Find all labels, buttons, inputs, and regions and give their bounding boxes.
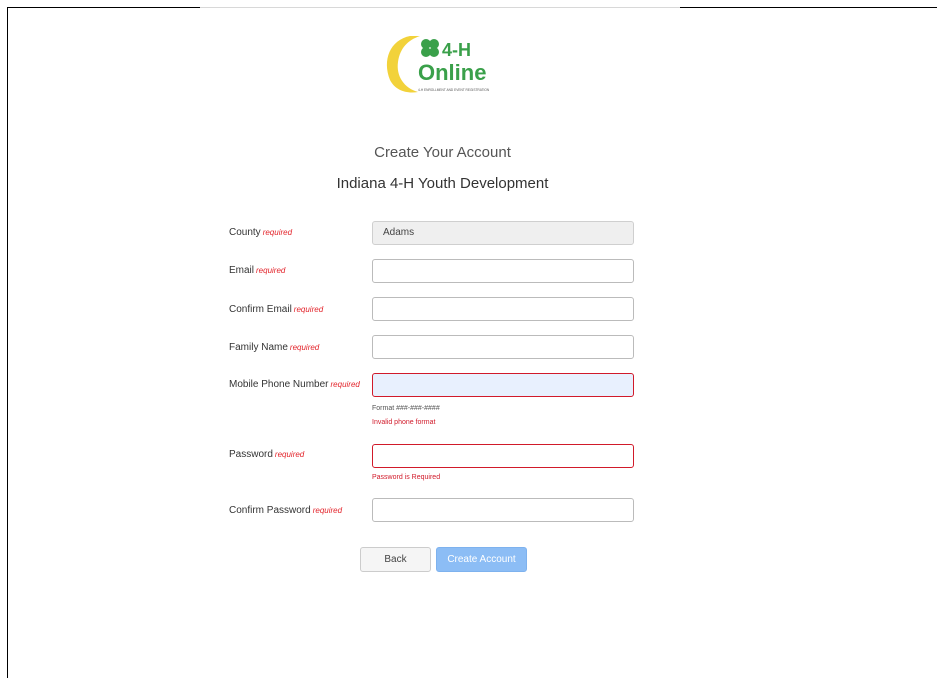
email-label: Email required	[229, 265, 286, 276]
password-error-message: Password is Required	[372, 474, 441, 481]
county-label: County required	[229, 227, 293, 238]
confirm-email-field[interactable]	[372, 297, 634, 321]
frame-top-divider	[200, 7, 680, 8]
required-badge: required	[312, 506, 343, 515]
page-title: Create Your Account	[374, 144, 511, 161]
confirm-email-label: Confirm Email required	[229, 304, 324, 315]
svg-text:Online: Online	[418, 60, 486, 85]
page-subtitle: Indiana 4-H Youth Development	[336, 175, 549, 192]
required-badge: required	[274, 450, 305, 459]
required-badge: required	[256, 266, 286, 275]
create-account-button[interactable]: Create Account	[436, 547, 527, 572]
mobile-phone-field[interactable]	[372, 373, 634, 397]
county-field[interactable]: Adams	[372, 221, 634, 245]
password-field[interactable]	[372, 444, 634, 468]
confirm-password-label: Confirm Password required	[229, 505, 343, 516]
family-name-field[interactable]	[372, 335, 634, 359]
frame-left-border	[7, 7, 8, 678]
back-button[interactable]: Back	[360, 547, 431, 572]
family-name-label: Family Name required	[229, 342, 320, 353]
email-field[interactable]	[372, 259, 634, 283]
required-badge: required	[330, 380, 360, 389]
required-badge: required	[262, 228, 293, 237]
mobile-phone-label: Mobile Phone Number required	[229, 379, 360, 390]
phone-format-hint: Format ###-###-####	[372, 405, 440, 412]
confirm-password-field[interactable]	[372, 498, 634, 522]
phone-error-message: Invalid phone format	[372, 419, 436, 426]
svg-text:4-H: 4-H	[442, 40, 471, 60]
4h-online-logo: 4-H Online 4-H ENROLLMENT AND EVENT REGI…	[380, 30, 515, 98]
clover-icon	[421, 39, 439, 57]
password-label: Password required	[229, 449, 305, 460]
required-badge: required	[289, 343, 320, 352]
required-badge: required	[293, 305, 324, 314]
svg-text:4-H ENROLLMENT AND EVENT REGIS: 4-H ENROLLMENT AND EVENT REGISTRATION	[418, 88, 490, 92]
